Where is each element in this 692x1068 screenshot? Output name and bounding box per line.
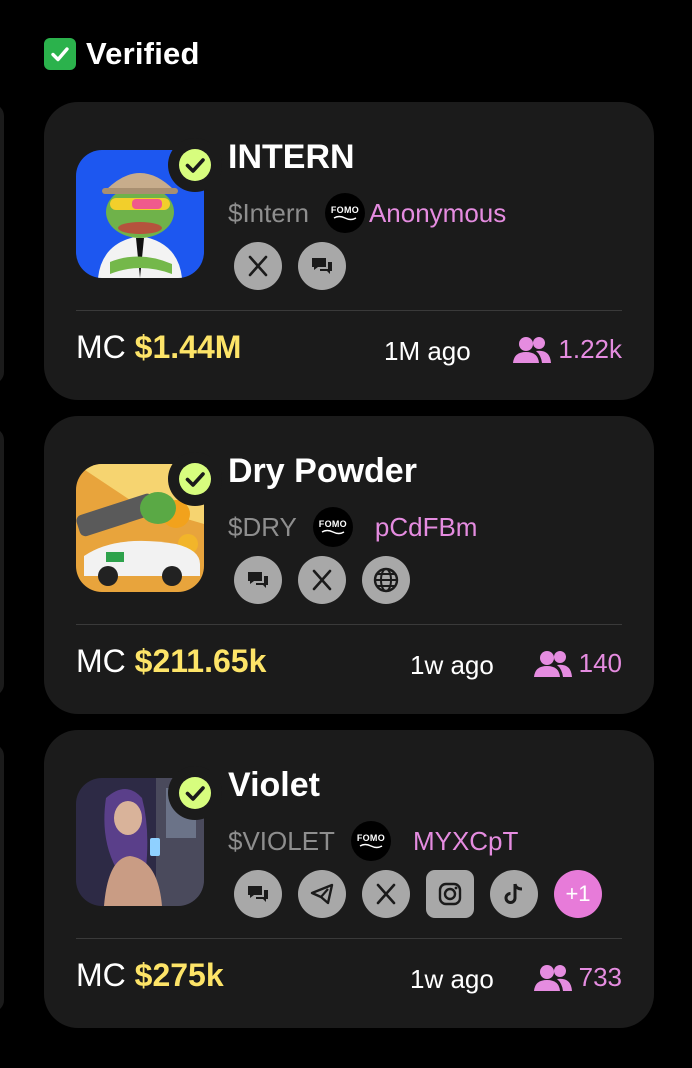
- offscreen-card-edge: [0, 744, 4, 1012]
- chat-icon[interactable]: [298, 242, 346, 290]
- market-cap: MC $211.65k: [76, 643, 267, 679]
- verified-badge-icon: [168, 766, 222, 820]
- token-card-violet[interactable]: Violet $VIOLET FOMO MYXCpT +1 MC $275k 1…: [44, 730, 654, 1028]
- social-links: +1: [234, 870, 602, 918]
- fomo-platform-icon: FOMO: [324, 193, 365, 233]
- token-age: 1w ago: [410, 964, 494, 994]
- x-icon[interactable]: [234, 242, 282, 290]
- section-title: Verified: [86, 36, 200, 71]
- verified-badge-icon: [168, 138, 222, 192]
- token-age: 1M ago: [384, 336, 471, 366]
- social-links: [234, 556, 410, 604]
- chat-icon[interactable]: [234, 556, 282, 604]
- market-cap: MC $1.44M: [76, 329, 242, 365]
- verified-badge-icon: [168, 452, 222, 506]
- fomo-platform-icon: FOMO: [350, 821, 391, 861]
- market-cap-value: $211.65k: [134, 643, 267, 679]
- section-header: Verified: [44, 36, 200, 72]
- x-icon[interactable]: [362, 870, 410, 918]
- chat-icon[interactable]: [234, 870, 282, 918]
- holders-count: 733: [533, 962, 622, 993]
- users-icon: [533, 964, 572, 991]
- more-links-button[interactable]: +1: [554, 870, 602, 918]
- check-mark-icon: [44, 38, 76, 70]
- token-card-intern[interactable]: INTERN $Intern FOMO Anonymous MC $1.44M …: [44, 102, 654, 400]
- token-name: Violet: [228, 766, 320, 804]
- globe-icon[interactable]: [362, 556, 410, 604]
- token-age: 1w ago: [410, 650, 494, 680]
- token-name: Dry Powder: [228, 452, 417, 490]
- market-cap-value: $1.44M: [134, 329, 242, 365]
- card-divider: [76, 938, 622, 939]
- social-links: [234, 242, 346, 290]
- market-cap-value: $275k: [134, 957, 224, 993]
- token-name: INTERN: [228, 138, 355, 176]
- instagram-icon[interactable]: [426, 870, 474, 918]
- token-ticker: $DRY: [228, 511, 297, 542]
- token-ticker: $VIOLET: [228, 825, 335, 856]
- card-divider: [76, 310, 622, 311]
- offscreen-card-edge: [0, 104, 4, 384]
- card-divider: [76, 624, 622, 625]
- creator-link[interactable]: Anonymous: [369, 198, 506, 229]
- telegram-icon[interactable]: [298, 870, 346, 918]
- fomo-platform-icon: FOMO: [312, 507, 353, 547]
- token-ticker: $Intern: [228, 197, 309, 228]
- market-cap: MC $275k: [76, 957, 224, 993]
- users-icon: [513, 336, 552, 363]
- holders-count: 140: [533, 648, 622, 679]
- x-icon[interactable]: [298, 556, 346, 604]
- holders-count: 1.22k: [512, 334, 622, 365]
- token-card-dry-powder[interactable]: Dry Powder $DRY FOMO pCdFBm MC $211.65k …: [44, 416, 654, 714]
- creator-link[interactable]: MYXCpT: [413, 826, 518, 857]
- creator-link[interactable]: pCdFBm: [375, 512, 478, 543]
- users-icon: [533, 650, 572, 677]
- offscreen-card-edge: [0, 428, 4, 696]
- tiktok-icon[interactable]: [490, 870, 538, 918]
